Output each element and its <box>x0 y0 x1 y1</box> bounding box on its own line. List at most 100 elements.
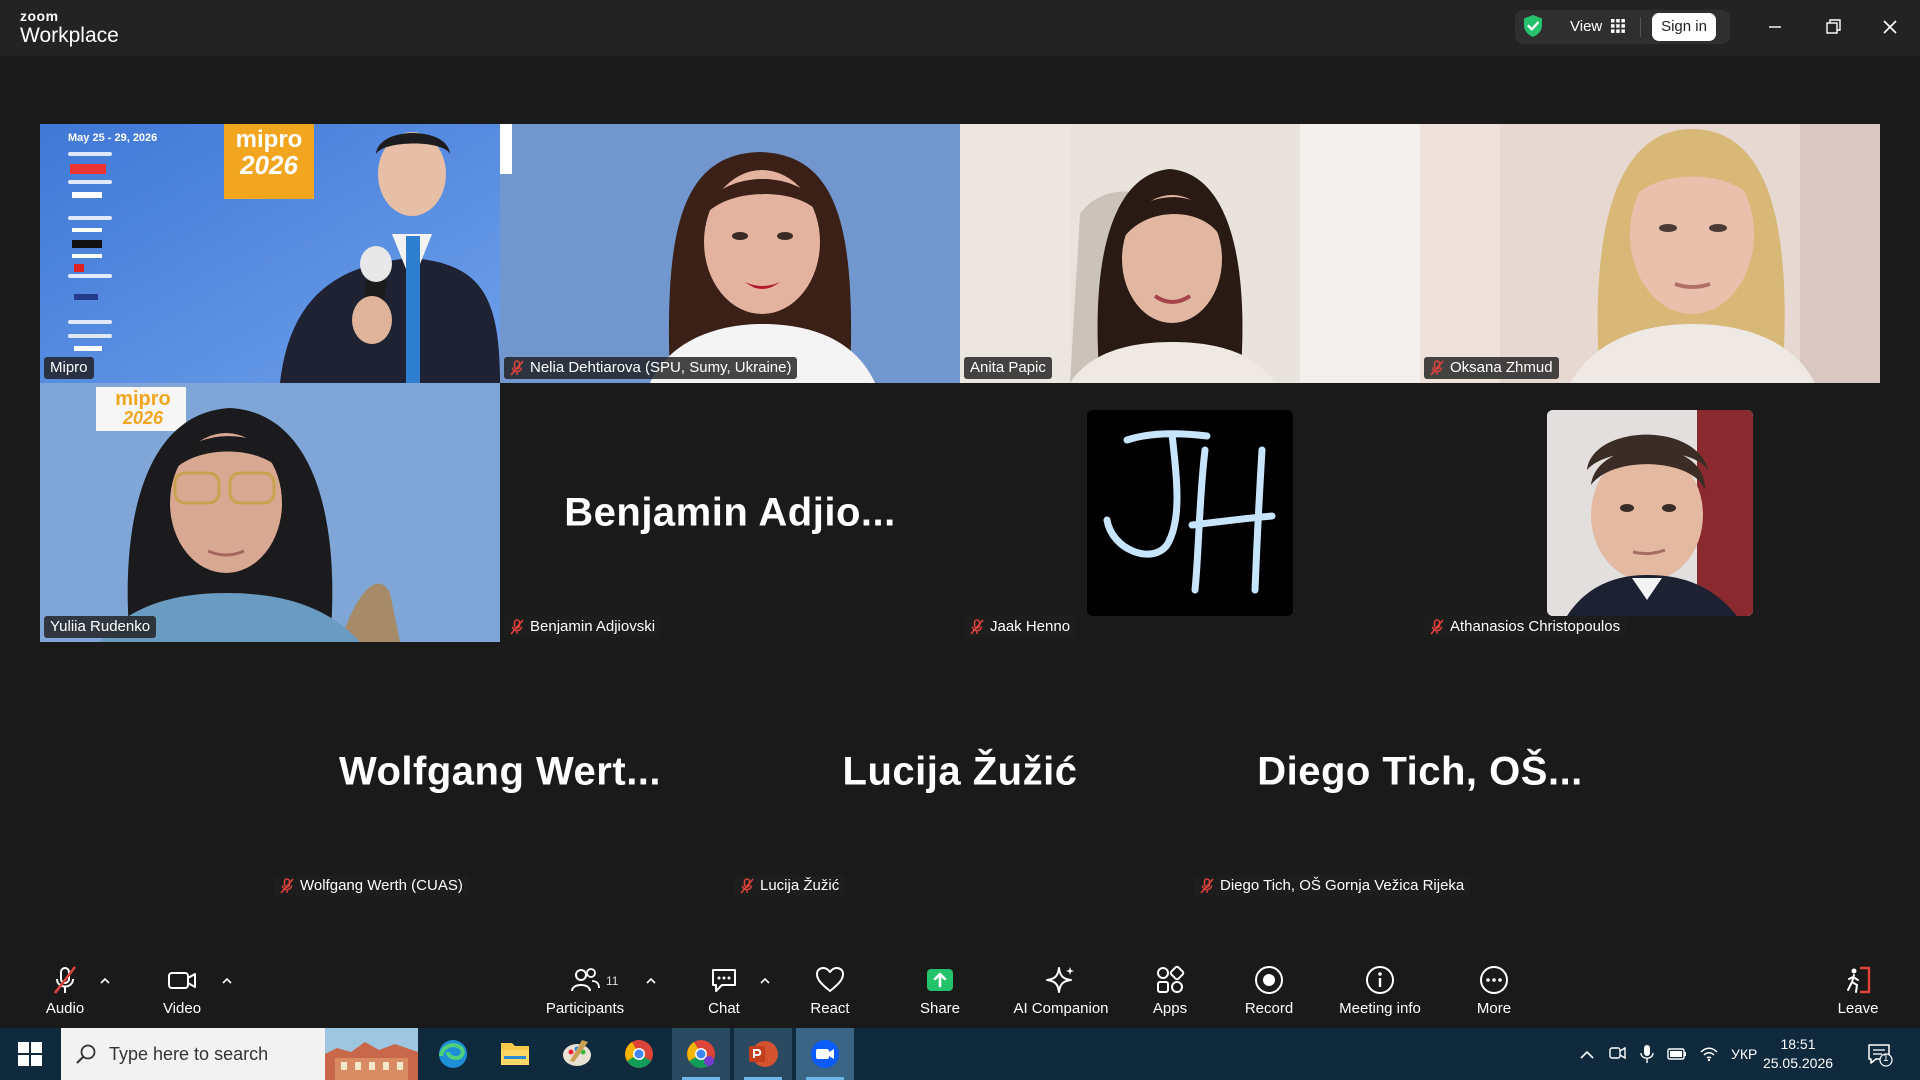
avatar-image <box>1547 410 1753 616</box>
name-tile-wolfgang[interactable]: Wolfgang Wert... Wolfgang Werth (CUAS) <box>270 642 730 901</box>
participants-options-caret-icon[interactable] <box>644 976 658 986</box>
ai-sparkle-icon <box>1046 967 1074 993</box>
zoom-app-icon <box>811 1040 839 1068</box>
taskbar-edge[interactable] <box>424 1028 482 1080</box>
taskbar-paint[interactable] <box>548 1028 606 1080</box>
share-button[interactable]: Share <box>908 964 972 1024</box>
participant-name: Benjamin Adjiovski <box>530 618 656 635</box>
participant-name-tag: Nelia Dehtiarova (SPU, Sumy, Ukraine) <box>504 357 798 379</box>
more-label: More <box>1476 1000 1512 1017</box>
record-button[interactable]: Record <box>1237 964 1301 1024</box>
slide-logo-year: 2026 <box>122 408 164 428</box>
notifications-icon[interactable] <box>1864 1028 1894 1080</box>
muted-mic-icon <box>970 619 984 635</box>
muted-mic-icon <box>1430 360 1444 376</box>
participants-button[interactable]: Participants <box>540 964 630 1024</box>
participant-name-tag: Athanasios Christopoulos <box>1424 616 1627 638</box>
participant-name-tag: Lucija Žužić <box>734 875 846 897</box>
video-tile-nelia[interactable]: Nelia Dehtiarova (SPU, Sumy, Ukraine) <box>500 124 960 383</box>
grid-view-icon[interactable] <box>1611 19 1625 33</box>
participant-display-name: Benjamin Adjio... <box>564 490 896 534</box>
paint-palette-icon <box>563 1040 591 1066</box>
battery-icon[interactable] <box>1666 1028 1688 1080</box>
title-bar: zoom Workplace View Sign in <box>0 0 1920 56</box>
leave-button[interactable]: Leave <box>1826 964 1890 1024</box>
slide-date: May 25 - 29, 2026 <box>68 132 158 144</box>
participant-video <box>500 124 960 383</box>
name-tile-lucija[interactable]: Lucija Žužić Lucija Žužić <box>730 642 1190 901</box>
audio-options-caret-icon[interactable] <box>98 976 112 986</box>
search-placeholder: Type here to search <box>109 1044 269 1064</box>
heart-icon <box>816 967 844 992</box>
muted-mic-icon <box>510 360 524 376</box>
video-tile-anita[interactable]: Anita Papic <box>960 124 1420 383</box>
close-icon[interactable] <box>1875 12 1905 42</box>
participant-name-tag: Benjamin Adjiovski <box>504 616 662 638</box>
sign-in-button[interactable]: Sign in <box>1652 13 1716 41</box>
ai-companion-label: AI Companion <box>1013 1000 1109 1017</box>
slide-logo-year: 2026 <box>240 150 298 180</box>
participant-name-tag: Oksana Zhmud <box>1424 357 1559 379</box>
chat-icon <box>712 969 736 992</box>
windows-start-icon[interactable] <box>18 1042 42 1066</box>
muted-mic-icon <box>1200 878 1214 894</box>
taskbar-file-explorer[interactable] <box>486 1028 544 1080</box>
participants-label: Participants <box>545 1000 625 1017</box>
avatar-tile-jaak[interactable]: Jaak Henno <box>960 383 1420 642</box>
microphone-tray-icon[interactable] <box>1638 1028 1656 1080</box>
participant-name: Wolfgang Werth (CUAS) <box>300 877 463 894</box>
participant-name: Jaak Henno <box>990 618 1071 635</box>
muted-mic-icon <box>280 878 294 894</box>
chat-button[interactable]: Chat <box>692 964 756 1024</box>
react-button[interactable]: React <box>798 964 862 1024</box>
video-button[interactable]: Video <box>150 964 214 1024</box>
show-hidden-icons-icon[interactable] <box>1578 1028 1596 1080</box>
wifi-icon[interactable] <box>1698 1028 1720 1080</box>
avatar-tile-athanasios[interactable]: Athanasios Christopoulos <box>1420 383 1880 642</box>
taskbar-chrome[interactable] <box>610 1028 668 1080</box>
muted-mic-icon <box>510 619 524 635</box>
restore-icon[interactable] <box>1818 12 1848 42</box>
more-dots-icon <box>1480 966 1508 994</box>
participant-display-name: Wolfgang Wert... <box>338 749 662 793</box>
video-tile-mipro[interactable]: May 25 - 29, 2026 mipro 2026 Mipro <box>40 124 500 383</box>
apps-icon <box>1157 965 1185 993</box>
apps-label: Apps <box>1152 1000 1188 1017</box>
participant-name-tag: Wolfgang Werth (CUAS) <box>274 875 469 897</box>
participant-name-tag: Anita Papic <box>964 357 1052 379</box>
meeting-info-button[interactable]: Meeting info <box>1330 964 1430 1024</box>
taskbar-chrome-profile[interactable] <box>672 1028 730 1080</box>
share-screen-icon <box>927 969 953 991</box>
leave-door-icon <box>1847 966 1871 994</box>
participant-name-tag: Diego Tich, OŠ Gornja Vežica Rijeka <box>1194 875 1471 897</box>
encryption-shield-icon[interactable] <box>1522 14 1544 38</box>
camera-tray-icon[interactable] <box>1607 1028 1627 1080</box>
video-tile-oksana[interactable]: Oksana Zhmud <box>1420 124 1880 383</box>
audio-button[interactable]: Audio <box>33 964 97 1024</box>
avatar-image <box>1087 410 1293 616</box>
taskbar-zoom[interactable] <box>796 1028 854 1080</box>
powerpoint-icon <box>749 1041 778 1067</box>
minimize-icon[interactable] <box>1760 12 1790 42</box>
video-tile-yuliia[interactable]: mipro 2026 Yuliia Rudenko <box>40 383 500 642</box>
input-language[interactable]: УКР <box>1731 1028 1757 1080</box>
taskbar-powerpoint[interactable] <box>734 1028 792 1080</box>
view-button[interactable]: View <box>1570 18 1602 35</box>
edge-browser-icon <box>439 1040 467 1068</box>
name-tile-benjamin[interactable]: Benjamin Adjio... Benjamin Adjiovski <box>500 383 960 642</box>
ai-companion-button[interactable]: AI Companion <box>1006 964 1116 1024</box>
share-label: Share <box>919 1000 961 1017</box>
brand-name: Workplace <box>20 24 119 47</box>
jh-monogram-icon <box>1103 430 1276 594</box>
apps-button[interactable]: Apps <box>1138 964 1202 1024</box>
name-tile-diego[interactable]: Diego Tich, OŠ... Diego Tich, OŠ Gornja … <box>1190 642 1650 901</box>
taskbar-clock[interactable]: 18:51 25.05.2026 <box>1758 1035 1838 1073</box>
divider <box>1640 17 1641 37</box>
chrome-icon <box>625 1040 653 1068</box>
video-options-caret-icon[interactable] <box>220 976 234 986</box>
taskbar-search-box[interactable]: Type here to search <box>61 1028 418 1080</box>
chat-options-caret-icon[interactable] <box>758 976 772 986</box>
slide-logo: mipro 2026 <box>224 128 314 180</box>
participant-display-name: Diego Tich, OŠ... <box>1257 749 1583 793</box>
more-button[interactable]: More <box>1462 964 1526 1024</box>
